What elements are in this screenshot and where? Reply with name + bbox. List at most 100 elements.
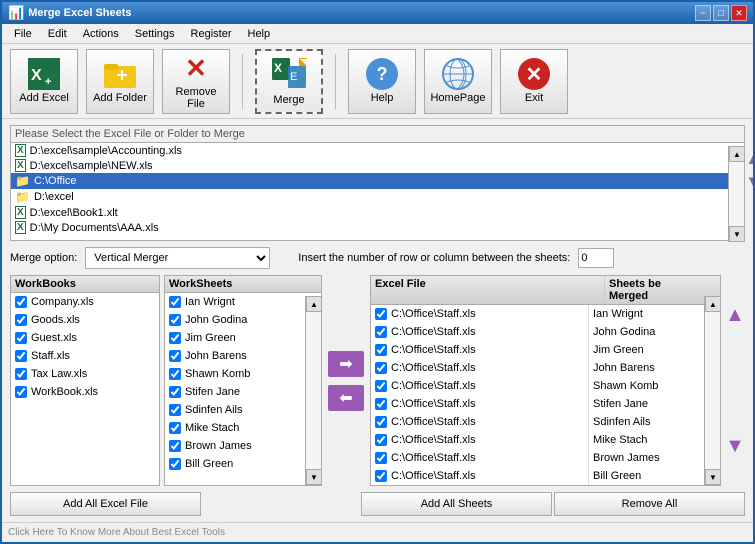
excel-file-item: C:\Office\Staff.xls [371, 395, 588, 413]
workbook-checkbox[interactable] [15, 350, 27, 362]
svg-text:E: E [290, 71, 297, 83]
worksheet-checkbox[interactable] [169, 296, 181, 308]
excel-file-checkbox[interactable] [375, 452, 387, 464]
merge-icon: X E [271, 56, 307, 92]
workbook-checkbox[interactable] [15, 314, 27, 326]
close-button[interactable]: ✕ [731, 5, 747, 21]
menu-actions[interactable]: Actions [75, 27, 127, 41]
remove-file-icon: ✕ [180, 53, 212, 84]
worksheet-checkbox[interactable] [169, 422, 181, 434]
workbook-item: Staff.xls [11, 347, 159, 365]
sheet-merged-item: Brown James [589, 449, 704, 467]
sheet-merged-item: Bill Green [589, 467, 704, 485]
file-item[interactable]: X D:\My Documents\AAA.xls [11, 220, 728, 235]
excel-file-list: C:\Office\Staff.xls C:\Office\Staff.xls … [371, 305, 589, 485]
excel-file-checkbox[interactable] [375, 326, 387, 338]
right-panel: Excel File Sheets be Merged C:\Office\St… [370, 275, 721, 486]
insert-row-input[interactable] [578, 248, 614, 268]
worksheet-item: Bill Green [165, 455, 305, 473]
scroll-up-button[interactable]: ▲ [729, 146, 745, 162]
worksheet-item: Brown James [165, 437, 305, 455]
worksheet-item: Shawn Komb [165, 365, 305, 383]
excel-file-checkbox[interactable] [375, 380, 387, 392]
worksheet-checkbox[interactable] [169, 350, 181, 362]
remove-to-left-button[interactable]: ⬅ [328, 385, 364, 411]
workbook-item: WorkBook.xls [11, 383, 159, 401]
workbooks-body: Company.xls Goods.xls Guest.xls Staff.xl… [11, 293, 159, 485]
homepage-button[interactable]: HomePage [424, 49, 492, 114]
excel-file-item: C:\Office\Staff.xls [371, 449, 588, 467]
excel-file-checkbox[interactable] [375, 344, 387, 356]
rp-scroll-up[interactable]: ▲ [705, 296, 721, 312]
file-item[interactable]: X D:\excel\sample\NEW.xls [11, 158, 728, 173]
add-excel-button[interactable]: X + Add Excel [10, 49, 78, 114]
add-all-excel-button[interactable]: Add All Excel File [10, 492, 201, 516]
menu-edit[interactable]: Edit [40, 27, 75, 41]
right-nav-up-button[interactable]: ▲ [725, 305, 745, 325]
workbook-checkbox[interactable] [15, 296, 27, 308]
remove-all-button[interactable]: Remove All [554, 492, 745, 516]
exit-button[interactable]: ✕ Exit [500, 49, 568, 114]
workbook-checkbox[interactable] [15, 386, 27, 398]
ws-scroll-down[interactable]: ▼ [306, 469, 322, 485]
remove-file-button[interactable]: ✕ Remove File [162, 49, 230, 114]
merge-button[interactable]: X E Merge [255, 49, 323, 114]
workbooks-panel: WorkBooks Company.xls Goods.xls Guest.xl… [10, 275, 160, 486]
merge-option-select[interactable]: Vertical Merger Horizontal Merger [85, 247, 270, 269]
help-button[interactable]: ? Help [348, 49, 416, 114]
excel-file-checkbox[interactable] [375, 416, 387, 428]
file-list-body: X D:\excel\sample\Accounting.xls X D:\ex… [11, 143, 728, 237]
minimize-button[interactable]: − [695, 5, 711, 21]
worksheet-checkbox[interactable] [169, 386, 181, 398]
file-item[interactable]: X D:\excel\sample\Accounting.xls [11, 143, 728, 158]
file-nav-down-button[interactable]: ▼ [744, 172, 753, 194]
sheet-merged-item: Sdinfen Ails [589, 413, 704, 431]
worksheet-item: Mike Stach [165, 419, 305, 437]
excel-file-item: C:\Office\Staff.xls [371, 323, 588, 341]
worksheet-checkbox[interactable] [169, 368, 181, 380]
file-item[interactable]: X D:\excel\Book1.xlt [11, 205, 728, 220]
workbook-checkbox[interactable] [15, 368, 27, 380]
merge-option-label: Merge option: [10, 252, 77, 264]
scroll-down-button[interactable]: ▼ [729, 226, 745, 242]
worksheet-checkbox[interactable] [169, 332, 181, 344]
sheet-merged-item: Jim Green [589, 341, 704, 359]
xls-icon: X [15, 144, 26, 157]
workbook-item: Company.xls [11, 293, 159, 311]
worksheet-checkbox[interactable] [169, 404, 181, 416]
insert-row-label: Insert the number of row or column betwe… [298, 252, 570, 264]
menu-help[interactable]: Help [240, 27, 279, 41]
add-all-sheets-button[interactable]: Add All Sheets [361, 492, 552, 516]
worksheets-body: Ian Wrignt John Godina Jim Green John Ba… [165, 293, 305, 485]
excel-file-item: C:\Office\Staff.xls [371, 359, 588, 377]
file-item[interactable]: 📁 C:\Office [11, 173, 728, 189]
file-item[interactable]: 📁 D:\excel [11, 189, 728, 205]
excel-file-checkbox[interactable] [375, 308, 387, 320]
worksheet-checkbox[interactable] [169, 314, 181, 326]
rp-scroll-down[interactable]: ▼ [705, 469, 721, 485]
excel-file-checkbox[interactable] [375, 470, 387, 482]
add-folder-button[interactable]: Add Folder [86, 49, 154, 114]
excel-file-checkbox[interactable] [375, 434, 387, 446]
right-nav-down-button[interactable]: ▼ [725, 436, 745, 456]
remove-file-label: Remove File [167, 86, 225, 110]
menu-settings[interactable]: Settings [127, 27, 183, 41]
excel-file-checkbox[interactable] [375, 398, 387, 410]
excel-file-item: C:\Office\Staff.xls [371, 377, 588, 395]
add-to-right-button[interactable]: ➡ [328, 351, 364, 377]
menu-file[interactable]: File [6, 27, 40, 41]
ws-scroll-up[interactable]: ▲ [306, 296, 322, 312]
workbook-checkbox[interactable] [15, 332, 27, 344]
sheet-merged-item: John Godina [589, 323, 704, 341]
worksheet-checkbox[interactable] [169, 458, 181, 470]
worksheet-item: Sdinfen Ails [165, 401, 305, 419]
excel-file-checkbox[interactable] [375, 362, 387, 374]
svg-text:+: + [45, 76, 51, 88]
worksheet-item: Stifen Jane [165, 383, 305, 401]
excel-file-item: C:\Office\Staff.xls [371, 431, 588, 449]
sheet-merged-item: John Barens [589, 359, 704, 377]
worksheet-checkbox[interactable] [169, 440, 181, 452]
file-nav-up-button[interactable]: ▲ [744, 146, 753, 168]
menu-register[interactable]: Register [183, 27, 240, 41]
maximize-button[interactable]: □ [713, 5, 729, 21]
